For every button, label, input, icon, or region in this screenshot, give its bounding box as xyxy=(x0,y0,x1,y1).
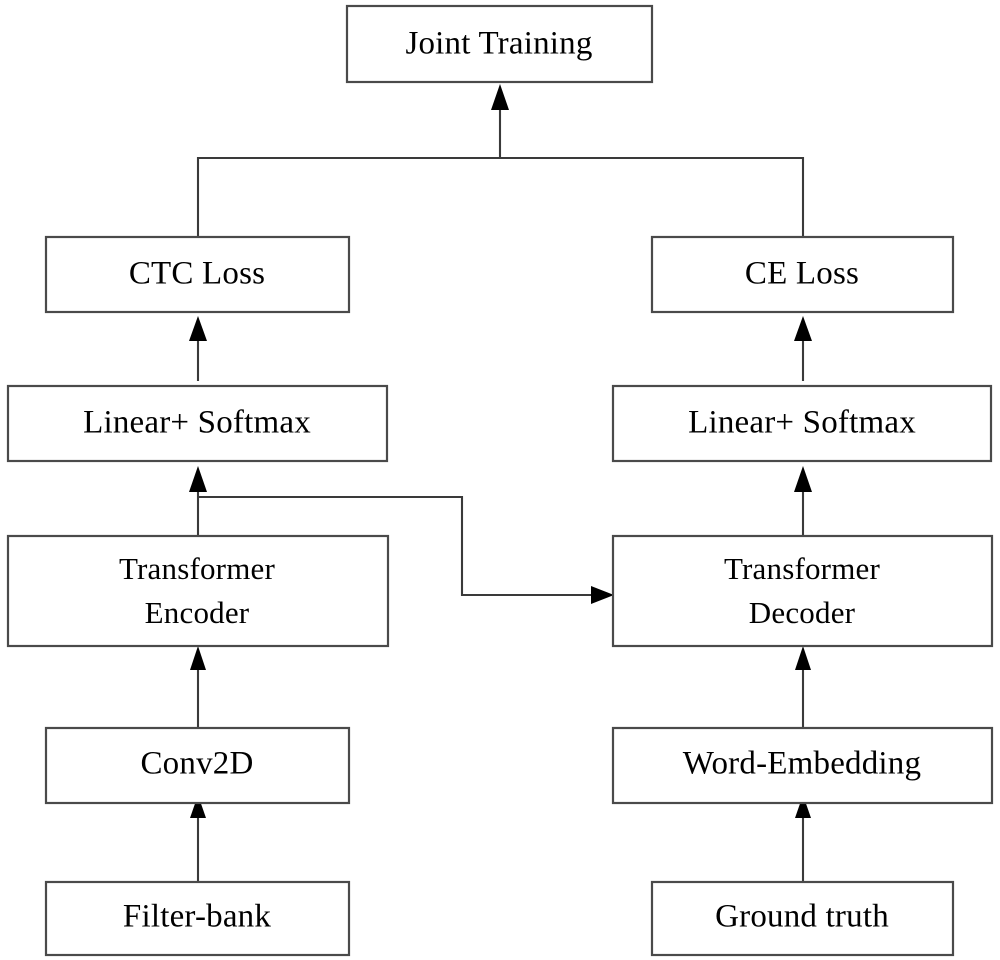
node-linear-softmax-right: Linear+ Softmax xyxy=(611,384,993,463)
edge-groundtruth-to-word-embedding xyxy=(795,795,811,884)
edge-linear-softmax-right-to-ce-loss xyxy=(794,316,812,381)
node-ctc-loss: CTC Loss xyxy=(44,235,351,314)
diagram-canvas: Joint Training CTC Loss CE Loss Linear+ … xyxy=(6,4,994,957)
node-ctc-loss-label: CTC Loss xyxy=(129,256,265,292)
edge-filterbank-to-conv2d xyxy=(190,795,206,884)
edge-word-embedding-to-decoder xyxy=(795,646,811,730)
edge-conv2d-to-encoder xyxy=(190,646,206,730)
node-conv2d: Conv2D xyxy=(44,726,351,805)
architecture-diagram: Joint Training CTC Loss CE Loss Linear+ … xyxy=(0,0,1000,960)
node-transformer-decoder: Transformer Decoder xyxy=(611,534,994,648)
edge-losses-to-joint-training xyxy=(196,84,805,237)
node-linear-softmax-right-label: Linear+ Softmax xyxy=(688,405,916,441)
node-joint-training: Joint Training xyxy=(345,4,654,84)
node-conv2d-label: Conv2D xyxy=(140,746,253,782)
node-filter-bank-label: Filter-bank xyxy=(123,899,271,935)
node-joint-training-label: Joint Training xyxy=(405,26,592,62)
edge-decoder-to-linear-softmax-right xyxy=(794,466,812,537)
node-ground-truth-label: Ground truth xyxy=(715,899,889,935)
node-ce-loss-label: CE Loss xyxy=(745,256,859,292)
node-filter-bank: Filter-bank xyxy=(44,880,351,957)
edge-encoder-to-linear-softmax-left xyxy=(189,466,207,537)
node-linear-softmax-left-label: Linear+ Softmax xyxy=(83,405,311,441)
node-transformer-decoder-label-line1: Transformer xyxy=(724,551,881,586)
node-ce-loss: CE Loss xyxy=(650,235,955,314)
node-word-embedding-label: Word-Embedding xyxy=(683,746,921,782)
node-transformer-decoder-label-line2: Decoder xyxy=(749,595,856,630)
node-word-embedding: Word-Embedding xyxy=(611,726,994,805)
node-linear-softmax-left: Linear+ Softmax xyxy=(6,384,389,463)
node-ground-truth: Ground truth xyxy=(650,880,955,957)
edge-linear-softmax-left-to-ctc-loss xyxy=(189,316,207,381)
node-transformer-encoder-label-line1: Transformer xyxy=(119,551,276,586)
node-transformer-encoder-label-line2: Encoder xyxy=(145,595,250,630)
node-transformer-encoder: Transformer Encoder xyxy=(6,534,390,648)
